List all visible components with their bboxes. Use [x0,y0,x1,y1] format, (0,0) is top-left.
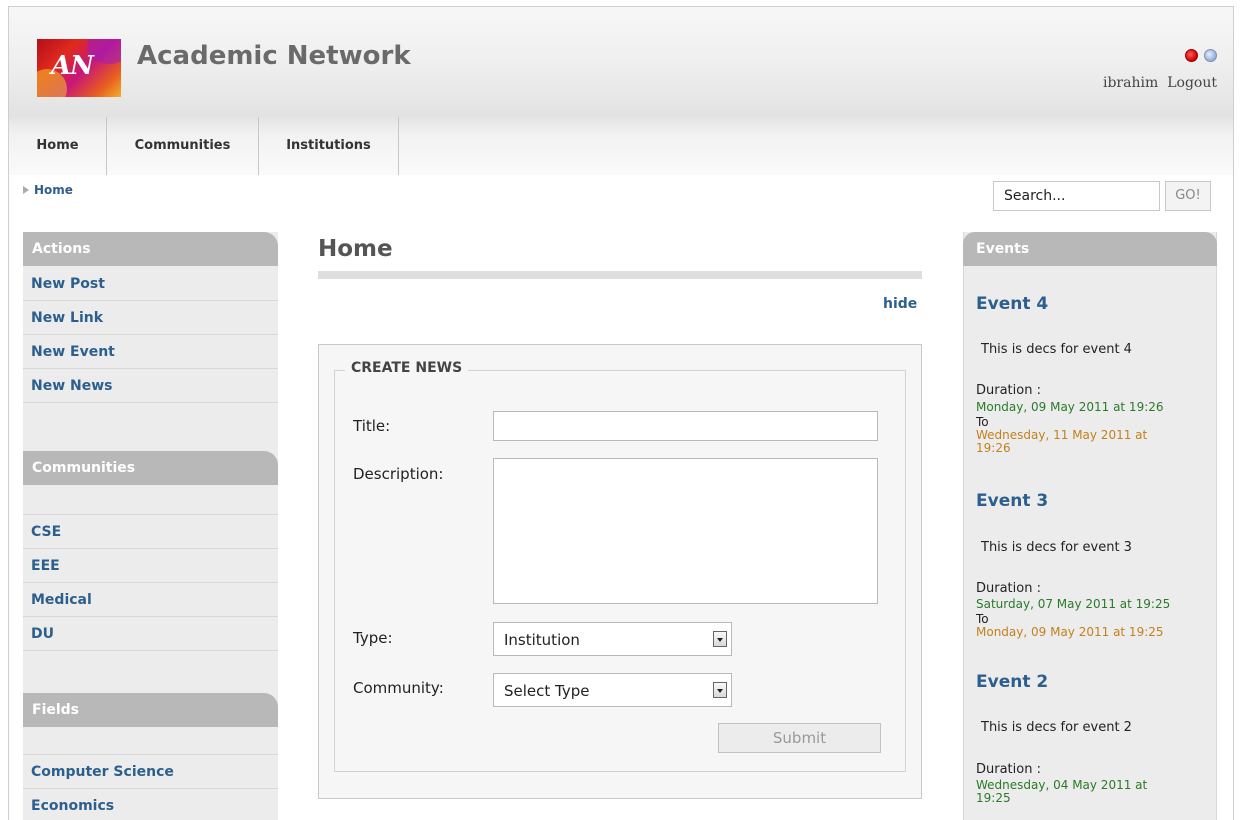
field-computer-science[interactable]: Computer Science [23,756,278,789]
event-duration-label: Duration : [976,581,1041,596]
community-du[interactable]: DU [23,618,278,651]
nav-item-home[interactable]: Home [9,117,107,175]
user-links: ibrahim Logout [1103,75,1217,91]
site-logo[interactable]: AN [37,39,121,97]
site-title[interactable]: Academic Network [137,41,411,71]
community-select[interactable]: Select Type [493,673,732,707]
event-start: Monday, 09 May 2011 at 19:26 [976,400,1164,414]
breadcrumb: Home [23,183,73,197]
nav-item-communities[interactable]: Communities [107,117,259,175]
title-label: Title: [353,417,391,435]
field-economics[interactable]: Economics [23,790,278,820]
event-end: 19:26 [976,441,1011,455]
events-heading: Events [963,232,1217,266]
description-label: Description: [353,465,444,483]
sidebar-spacer [23,485,278,515]
event-to-label: To [976,612,989,626]
fields-heading: Fields [23,693,278,727]
type-label: Type: [353,629,393,647]
events-panel: Events Event 4 This is decs for event 4 … [963,232,1217,820]
logo-text: AN [51,51,94,81]
create-news-panel: CREATE NEWS Title: Description: Type: In… [318,344,922,799]
action-new-link[interactable]: New Link [23,302,278,335]
description-textarea[interactable] [493,458,878,604]
title-input[interactable] [493,411,878,441]
actions-heading: Actions [23,232,278,266]
action-new-event[interactable]: New Event [23,336,278,369]
nav-item-institutions[interactable]: Institutions [259,117,399,175]
event-title[interactable]: Event 2 [976,672,1048,692]
event-end: Monday, 09 May 2011 at 19:25 [976,625,1164,639]
action-new-post[interactable]: New Post [23,268,278,301]
sidebar-spacer [23,727,278,755]
search-go-button[interactable]: GO! [1165,181,1211,211]
event-description: This is decs for event 3 [981,540,1132,555]
header-icons [1185,49,1217,62]
community-label: Community: [353,679,444,697]
community-selected-value: Select Type [504,682,590,700]
hide-link[interactable]: hide [883,296,917,312]
search-input[interactable] [993,181,1160,211]
logout-link[interactable]: Logout [1167,75,1217,91]
event-start: 19:25 [976,791,1011,805]
title-underline [318,271,922,279]
main-nav: Home Communities Institutions [9,117,1233,175]
power-icon[interactable] [1185,49,1198,62]
submit-button[interactable]: Submit [718,723,881,753]
username-link[interactable]: ibrahim [1103,75,1158,91]
community-eee[interactable]: EEE [23,550,278,583]
chevron-down-icon[interactable] [713,682,727,698]
event-title[interactable]: Event 3 [976,491,1048,511]
create-news-fieldset: CREATE NEWS Title: Description: Type: In… [334,360,906,772]
type-select[interactable]: Institution [493,622,732,656]
event-description: This is decs for event 2 [981,720,1132,735]
event-to-label: To [976,415,989,429]
header: AN Academic Network ibrahim Logout [9,7,1233,117]
chevron-down-icon[interactable] [713,631,727,647]
communities-heading: Communities [23,451,278,485]
left-sidebar: Actions New Post New Link New Event New … [23,232,278,820]
event-duration-label: Duration : [976,762,1041,777]
event-title[interactable]: Event 4 [976,294,1048,314]
profile-icon[interactable] [1204,49,1217,62]
event-duration-label: Duration : [976,383,1041,398]
event-description: This is decs for event 4 [981,342,1132,357]
community-cse[interactable]: CSE [23,516,278,549]
form-legend: CREATE NEWS [345,360,469,376]
type-selected-value: Institution [504,631,580,649]
community-medical[interactable]: Medical [23,584,278,617]
event-start: Saturday, 07 May 2011 at 19:25 [976,597,1171,611]
action-new-news[interactable]: New News [23,370,278,403]
page-title: Home [318,236,393,262]
breadcrumb-arrow-icon [23,186,29,194]
breadcrumb-home[interactable]: Home [34,183,73,197]
